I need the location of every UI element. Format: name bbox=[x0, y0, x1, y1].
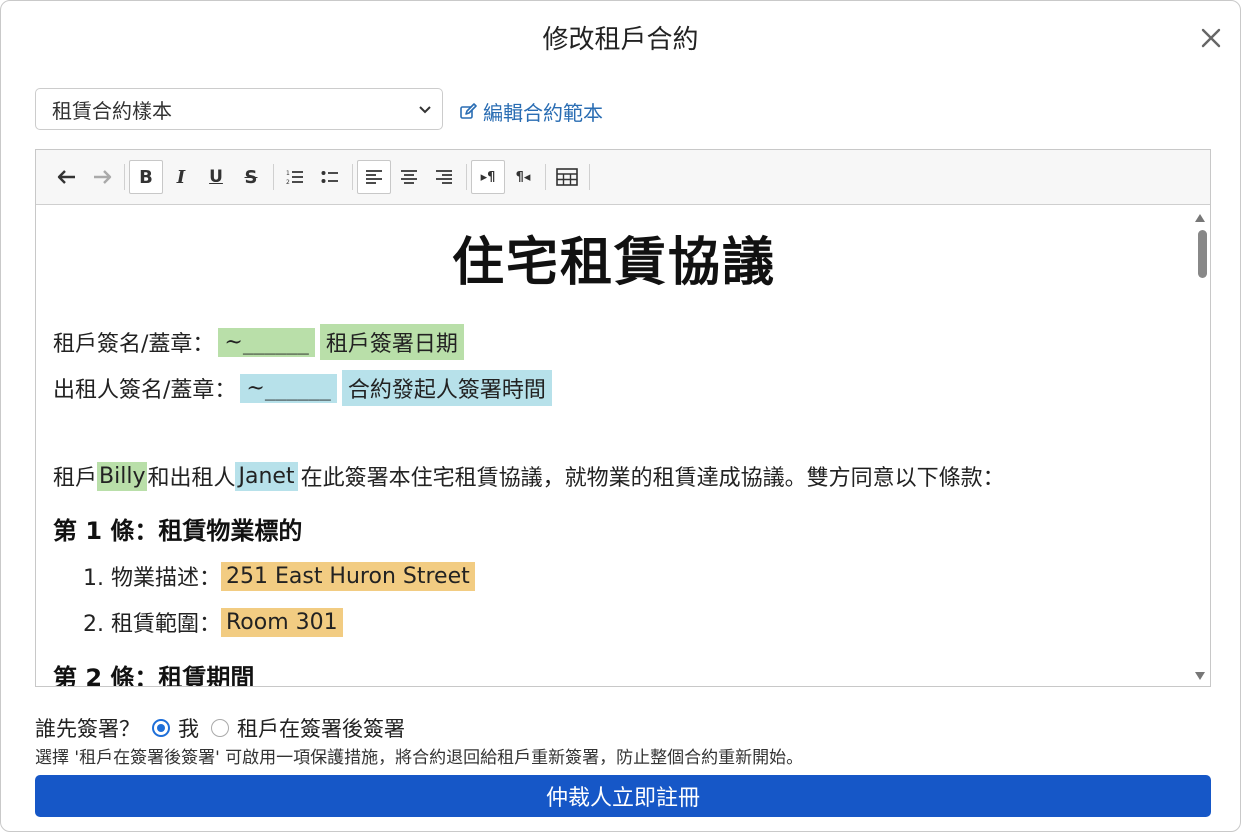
align-right-icon bbox=[436, 170, 452, 184]
list-item: 2. 租賃範圍： Room 301 bbox=[83, 606, 343, 638]
template-select[interactable]: 租賃合約樣本 bbox=[35, 88, 443, 130]
ordered-list-button[interactable]: 1 2 bbox=[278, 160, 312, 194]
underline-icon: U bbox=[209, 167, 223, 187]
document-title: 住宅租賃協議 bbox=[451, 233, 776, 293]
undo-icon bbox=[57, 170, 75, 184]
undo-button[interactable] bbox=[50, 160, 84, 194]
bold-button[interactable]: B bbox=[129, 160, 163, 194]
item-1-label: 1. 物業描述： bbox=[83, 566, 221, 591]
scroll-down-arrow[interactable] bbox=[1195, 672, 1205, 680]
underline-button[interactable]: U bbox=[199, 160, 233, 194]
tenant-signature-field[interactable]: ~______ bbox=[218, 327, 315, 357]
signing-order-group: 誰先簽署？ 我 租戶在簽署後簽署 bbox=[35, 713, 405, 743]
chevron-down-icon bbox=[419, 106, 431, 114]
editor-content[interactable]: 住宅租賃協議 租戶簽名/蓋章： ~______ 租戶簽署日期 出租人簽名/蓋章：… bbox=[36, 206, 1210, 686]
toolbar-divider bbox=[589, 164, 590, 190]
bullet-list-button[interactable] bbox=[313, 160, 347, 194]
section-2-heading: 第 2 條：租賃期間 bbox=[53, 664, 255, 686]
bullet-list-icon bbox=[321, 171, 338, 183]
landlord-sign-label: 出租人簽名/蓋章： bbox=[53, 378, 237, 403]
scroll-thumb[interactable] bbox=[1198, 230, 1207, 278]
table-button[interactable] bbox=[550, 160, 584, 194]
dialog-title: 修改租戶合約 bbox=[542, 25, 699, 55]
item-2-label: 2. 租賃範圍： bbox=[83, 612, 221, 637]
property-description-field[interactable]: 251 East Huron Street bbox=[220, 561, 475, 591]
tenant-name-field[interactable]: Billy bbox=[97, 461, 148, 491]
close-icon bbox=[1201, 28, 1221, 48]
ltr-button[interactable]: ▸¶ bbox=[471, 160, 505, 194]
italic-icon: I bbox=[176, 166, 186, 188]
landlord-signature-line: 出租人簽名/蓋章： ~______ 合約發起人簽署時間 bbox=[53, 370, 552, 406]
submit-button[interactable]: 仲裁人立即註冊 bbox=[35, 775, 1211, 817]
align-center-icon bbox=[401, 170, 417, 184]
redo-button[interactable] bbox=[85, 160, 119, 194]
align-right-button[interactable] bbox=[427, 160, 461, 194]
radio-tenant-after[interactable] bbox=[211, 719, 229, 737]
close-button[interactable] bbox=[1196, 23, 1226, 53]
editor-scrollbar[interactable] bbox=[1192, 206, 1210, 686]
intro-prefix: 租戶 bbox=[53, 466, 98, 491]
intro-suffix: 在此簽署本住宅租賃協議，就物業的租賃達成協議。雙方同意以下條款： bbox=[300, 466, 1005, 491]
toolbar-divider bbox=[273, 164, 274, 190]
edit-icon bbox=[460, 102, 477, 119]
align-left-button[interactable] bbox=[357, 160, 391, 194]
rtl-icon: ¶◂ bbox=[515, 169, 531, 185]
list-item: 1. 物業描述： 251 East Huron Street bbox=[83, 560, 475, 592]
align-left-icon bbox=[366, 170, 382, 184]
editor-toolbar: B I U S 1 2 ▸¶ ¶◂ bbox=[36, 150, 1210, 205]
strikethrough-icon: S bbox=[244, 166, 258, 188]
tenant-sign-date-field[interactable]: 租戶簽署日期 bbox=[319, 324, 464, 360]
radio-me-label[interactable]: 我 bbox=[178, 713, 199, 743]
toolbar-divider bbox=[545, 164, 546, 190]
landlord-signature-field[interactable]: ~______ bbox=[240, 373, 337, 403]
svg-text:2: 2 bbox=[286, 179, 290, 186]
toolbar-divider bbox=[466, 164, 467, 190]
italic-button[interactable]: I bbox=[164, 160, 198, 194]
radio-me[interactable] bbox=[152, 719, 170, 737]
template-select-value: 租賃合約樣本 bbox=[52, 98, 172, 123]
redo-icon bbox=[94, 170, 112, 184]
signing-order-note: 選擇 '租戶在簽署後簽署' 可啟用一項保護措施，將合約退回給租戶重新簽署，防止整… bbox=[35, 748, 804, 768]
svg-text:1: 1 bbox=[286, 170, 290, 177]
scroll-up-arrow[interactable] bbox=[1195, 214, 1205, 222]
radio-tenant-after-label[interactable]: 租戶在簽署後簽署 bbox=[237, 713, 405, 743]
toolbar-divider bbox=[124, 164, 125, 190]
edit-contract-dialog: 修改租戶合約 租賃合約樣本 編輯合約範本 B I U S 1 2 ▸¶ ¶◂ 住… bbox=[0, 0, 1241, 832]
ordered-list-icon: 1 2 bbox=[286, 170, 303, 186]
rtl-button[interactable]: ¶◂ bbox=[506, 160, 540, 194]
edit-template-link[interactable]: 編輯合約範本 bbox=[459, 97, 603, 126]
table-icon bbox=[556, 168, 578, 186]
align-center-button[interactable] bbox=[392, 160, 426, 194]
lease-scope-field[interactable]: Room 301 bbox=[220, 607, 343, 637]
rich-text-editor: B I U S 1 2 ▸¶ ¶◂ 住宅租賃協議 租戶簽名/蓋章： ~_____… bbox=[35, 149, 1211, 687]
tenant-signature-line: 租戶簽名/蓋章： ~______ 租戶簽署日期 bbox=[53, 324, 464, 360]
ltr-icon: ▸¶ bbox=[480, 169, 496, 185]
strikethrough-button[interactable]: S bbox=[234, 160, 268, 194]
section-1-heading: 第 1 條：租賃物業標的 bbox=[53, 517, 303, 545]
landlord-name-field[interactable]: Janet bbox=[235, 461, 298, 491]
edit-template-label: 編輯合約範本 bbox=[483, 101, 603, 125]
intro-paragraph: 租戶 Billy 和出租人 Janet 在此簽署本住宅租賃協議，就物業的租賃達成… bbox=[53, 460, 1005, 492]
toolbar-divider bbox=[352, 164, 353, 190]
landlord-sign-time-field[interactable]: 合約發起人簽署時間 bbox=[341, 370, 552, 406]
intro-middle: 和出租人 bbox=[147, 466, 236, 491]
tenant-sign-label: 租戶簽名/蓋章： bbox=[53, 332, 215, 357]
signing-order-question: 誰先簽署？ bbox=[35, 717, 140, 741]
bold-icon: B bbox=[139, 166, 153, 188]
